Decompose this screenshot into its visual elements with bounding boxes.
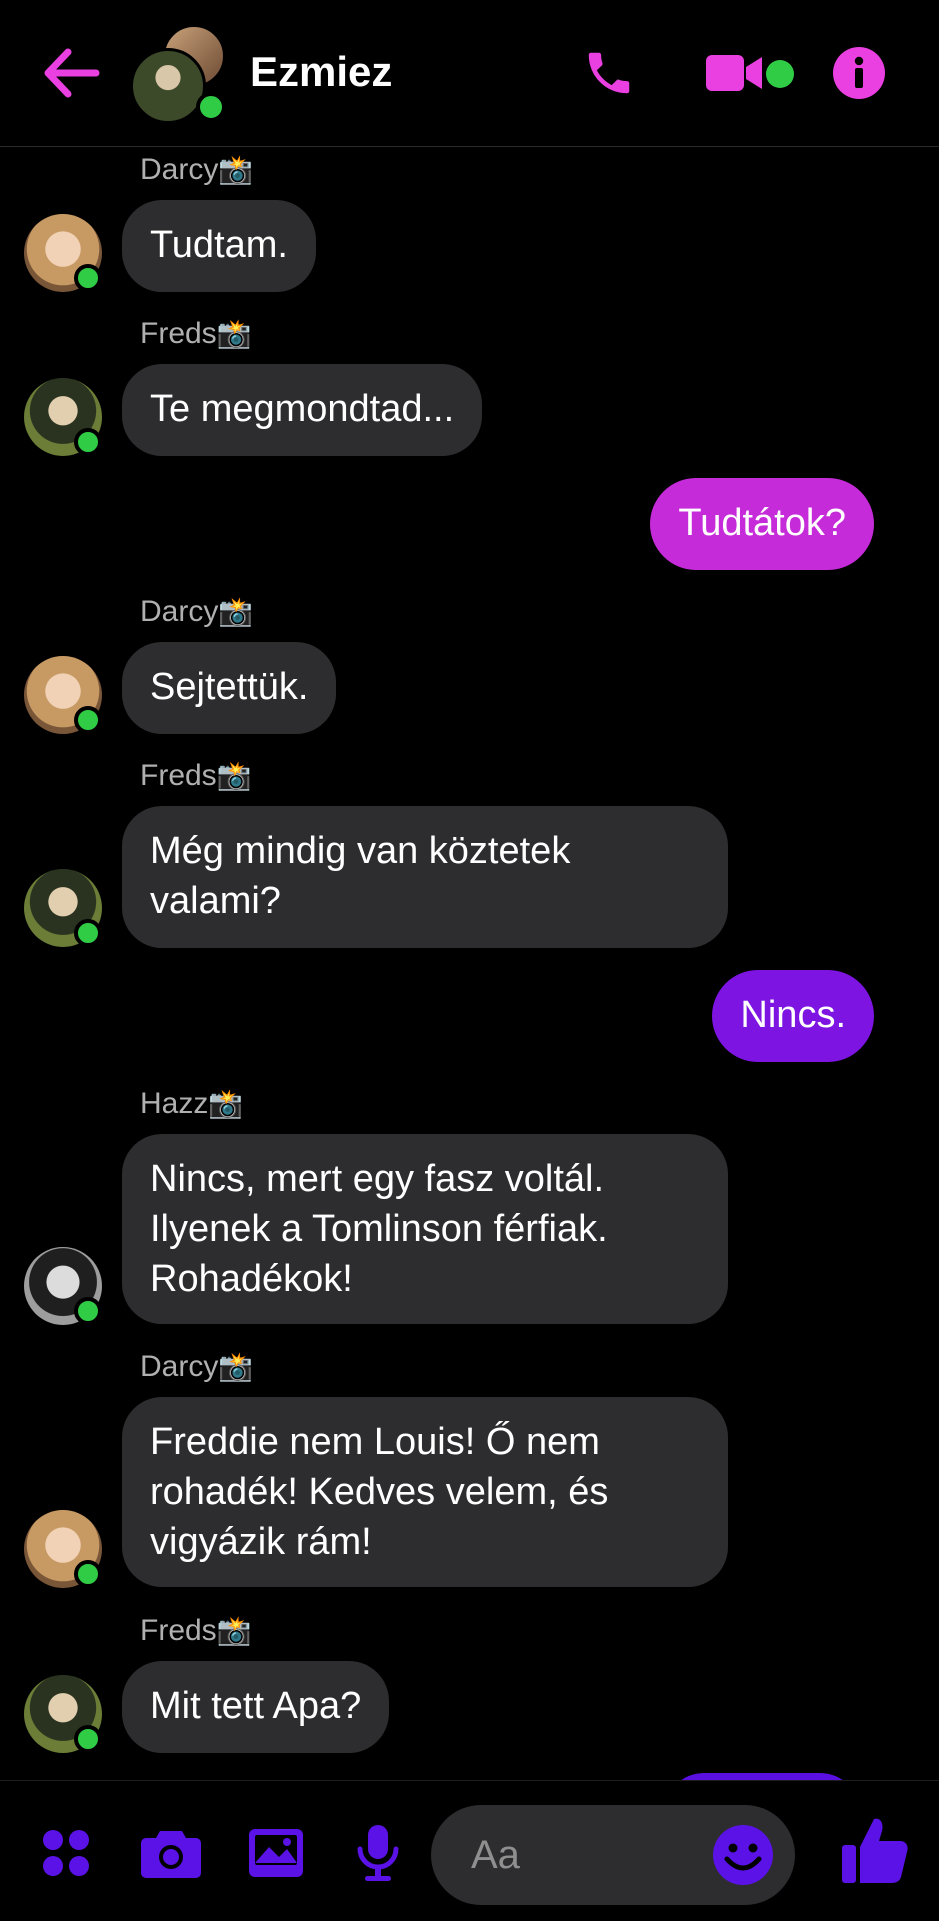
emoji-button[interactable] [711,1823,775,1887]
info-button[interactable] [828,40,890,106]
voice-call-button[interactable] [574,40,644,106]
info-icon [833,47,885,99]
active-call-indicator [766,60,794,88]
online-indicator [74,1725,102,1753]
video-camera-icon [706,55,762,91]
message-bubble[interactable]: Nincs, mert egy fasz voltál. Ilyenek a T… [122,1134,728,1324]
message-composer: Aa [0,1780,939,1921]
microphone-icon [357,1825,399,1881]
online-indicator [196,92,226,122]
arrow-left-icon [44,48,100,98]
camera-button[interactable] [138,1823,204,1883]
message-bubble[interactable]: Tudtam. [122,200,316,292]
message-list[interactable]: Darcy📸 Tudtam. Freds📸 Te megmondtad... T… [0,147,939,1780]
sender-name: Freds📸 [140,317,252,350]
phone-icon [588,52,630,94]
apps-button[interactable] [36,1823,96,1883]
chat-title[interactable]: Ezmiez [250,48,392,96]
apps-grid-icon [43,1830,89,1876]
message-input[interactable]: Aa [431,1805,795,1905]
sender-name: Freds📸 [140,1614,252,1647]
sender-name: Freds📸 [140,759,252,792]
own-message-bubble[interactable]: Tudtátok? [650,478,874,570]
group-avatar[interactable] [130,24,230,124]
camera-icon [141,1831,201,1878]
online-indicator [74,1297,102,1325]
message-bubble[interactable]: Mit tett Apa? [122,1661,390,1753]
emoji-icon [713,1825,773,1885]
online-indicator [74,1560,102,1588]
image-icon [249,1829,303,1877]
sender-name: Darcy📸 [140,595,254,628]
online-indicator [74,428,102,456]
message-bubble[interactable]: Te megmondtad... [122,364,483,456]
back-button[interactable] [36,40,106,106]
sender-name: Hazz📸 [140,1087,244,1120]
message-bubble[interactable]: Még mindig van köztetek valami? [122,806,728,948]
message-bubble[interactable]: Sejtettük. [122,642,337,734]
thumbs-up-icon [842,1818,908,1883]
sender-name: Darcy📸 [140,1350,254,1383]
gallery-button[interactable] [244,1823,308,1883]
like-button[interactable] [838,1813,912,1889]
member-avatar [130,48,206,124]
online-indicator [74,706,102,734]
message-input-placeholder: Aa [471,1833,520,1877]
online-indicator [74,919,102,947]
online-indicator [74,264,102,292]
voice-message-button[interactable] [350,1823,406,1883]
message-bubble[interactable]: Freddie nem Louis! Ő nem rohadék! Kedves… [122,1397,728,1587]
sender-name: Darcy📸 [140,153,254,186]
own-message-bubble[interactable]: Nincs. [712,970,874,1062]
chat-header: Ezmiez [0,0,939,147]
